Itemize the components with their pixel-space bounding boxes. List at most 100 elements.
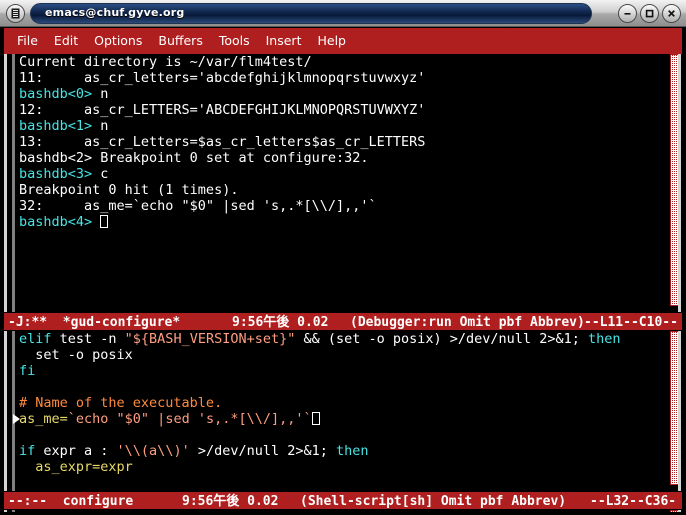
echo-area-scrollbar-edge bbox=[678, 510, 681, 512]
text-span: test -n bbox=[51, 331, 125, 347]
text-span: && (set -o posix) >/dev/null 2>&1; bbox=[295, 331, 588, 347]
buffer-line: 12: as_cr_LETTERS='ABCDEFGHIJKLMNOPQRSTU… bbox=[19, 102, 666, 118]
text-cursor bbox=[100, 215, 109, 228]
text-span: 13: as_cr_Letters=$as_cr_letters$as_cr_L… bbox=[19, 134, 426, 150]
source-mode-line-position: --L32--C36- bbox=[590, 494, 677, 509]
gud-scrollbar-edge bbox=[678, 54, 681, 312]
buffer-line: bashdb<1> n bbox=[19, 118, 666, 134]
title-bar: emacs@chuf.gyve.org bbox=[0, 0, 686, 27]
source-mode-line-modes: (Shell-script[sh] Omit pbf Abbrev) bbox=[300, 494, 567, 509]
text-span: expr a : bbox=[35, 443, 117, 459]
text-span: elif bbox=[19, 331, 52, 347]
menu-item-options[interactable]: Options bbox=[94, 34, 142, 48]
menu-item-edit[interactable]: Edit bbox=[54, 34, 78, 48]
window-menu-button[interactable] bbox=[6, 4, 25, 23]
text-span: then bbox=[336, 443, 369, 459]
text-span: '\\(a\\)' bbox=[116, 443, 190, 459]
close-icon bbox=[666, 8, 677, 19]
gud-scrollbar[interactable] bbox=[669, 54, 681, 312]
text-span: set -o posix bbox=[19, 347, 133, 363]
buffer-line: 32: as_me=`echo "$0" |sed 's,.*[\\/],,'` bbox=[19, 198, 666, 214]
text-span: 11: as_cr_letters='abcdefghijklmnopqrstu… bbox=[19, 70, 426, 86]
echo-area[interactable] bbox=[4, 510, 682, 512]
text-span: >/dev/null 2>&1; bbox=[189, 443, 337, 459]
document-menu-icon bbox=[10, 8, 21, 19]
echo-area-fringe bbox=[4, 510, 19, 512]
buffer-line: 11: as_cr_letters='abcdefghijklmnopqrstu… bbox=[19, 70, 666, 86]
menu-item-buffers[interactable]: Buffers bbox=[158, 34, 202, 48]
text-span: if bbox=[19, 443, 36, 459]
text-span: `echo "$0" |sed 's,.*[\\/],,'` bbox=[67, 411, 312, 427]
text-span: n bbox=[92, 86, 109, 102]
minimize-icon bbox=[622, 8, 633, 19]
text-span: as_expr=expr bbox=[19, 459, 133, 475]
echo-area-scrollbar bbox=[669, 510, 681, 512]
text-span: bashdb<2> Breakpoint 0 set at configure:… bbox=[19, 150, 369, 166]
gud-mode-line-modes: (Debugger:run Omit pbf Abbrev) bbox=[350, 315, 585, 330]
text-span: 12: as_cr_LETTERS='ABCDEFGHIJKLMNOPQRSTU… bbox=[19, 102, 426, 118]
source-scrollbar[interactable] bbox=[669, 331, 681, 491]
menu-item-tools[interactable]: Tools bbox=[219, 34, 250, 48]
buffer-line: Current directory is ~/var/flm4test/ bbox=[19, 54, 666, 70]
gud-left-fringe bbox=[4, 54, 19, 312]
window-controls bbox=[618, 4, 681, 23]
minimize-button[interactable] bbox=[618, 4, 637, 23]
source-left-fringe bbox=[4, 331, 19, 491]
gud-mode-line: -J:** *gud-configure* 9:56午後 0.02 (Debug… bbox=[4, 312, 682, 331]
close-button[interactable] bbox=[662, 4, 681, 23]
buffer-line: set -o posix bbox=[19, 347, 666, 363]
buffer-line: bashdb<0> n bbox=[19, 86, 666, 102]
text-span: Breakpoint 0 hit (1 times). bbox=[19, 182, 239, 198]
source-buffer-text[interactable]: elif test -n "${BASH_VERSION+set}" && (s… bbox=[19, 331, 666, 491]
menu-item-help[interactable]: Help bbox=[317, 34, 346, 48]
buffer-line bbox=[19, 379, 666, 395]
text-span: bashdb<3> bbox=[19, 166, 93, 182]
buffer-line: 13: as_cr_Letters=$as_cr_letters$as_cr_L… bbox=[19, 134, 666, 150]
text-span: n bbox=[92, 118, 109, 134]
emacs-window: emacs@chuf.gyve.org File Edit Options Bu… bbox=[0, 0, 686, 515]
text-span: as_me= bbox=[19, 411, 68, 427]
buffer-line: Breakpoint 0 hit (1 times). bbox=[19, 182, 666, 198]
maximize-icon bbox=[644, 8, 655, 19]
text-span: "${BASH_VERSION+set}" bbox=[124, 331, 296, 347]
text-span: Current directory is ~/var/flm4test/ bbox=[19, 54, 312, 70]
buffer-line: if expr a : '\\(a\\)' >/dev/null 2>&1; t… bbox=[19, 443, 666, 459]
source-mode-line: --:-- configure 9:56午後 0.02 (Shell-scrip… bbox=[4, 491, 682, 510]
title-bar-title-area[interactable]: emacs@chuf.gyve.org bbox=[30, 3, 592, 24]
emacs-frame: Current directory is ~/var/flm4test/11: … bbox=[3, 54, 683, 512]
menu-item-file[interactable]: File bbox=[17, 34, 38, 48]
buffer-line: fi bbox=[19, 363, 666, 379]
buffer-line: elif test -n "${BASH_VERSION+set}" && (s… bbox=[19, 331, 666, 347]
text-span: bashdb<1> bbox=[19, 118, 93, 134]
text-span: 32: as_me=`echo "$0" |sed 's,.*[\\/],,'` bbox=[19, 198, 377, 214]
text-span: fi bbox=[19, 363, 36, 379]
text-span: # Name of the executable. bbox=[19, 395, 223, 411]
maximize-button[interactable] bbox=[640, 4, 659, 23]
text-cursor bbox=[311, 412, 320, 425]
text-span: bashdb<0> bbox=[19, 86, 93, 102]
execution-arrow-icon bbox=[13, 414, 20, 424]
source-buffer-window: elif test -n "${BASH_VERSION+set}" && (s… bbox=[4, 331, 682, 491]
gud-mode-line-time: 9:56午後 0.02 bbox=[232, 315, 329, 330]
buffer-line: as_expr=expr bbox=[19, 459, 666, 475]
buffer-line: bashdb<2> Breakpoint 0 set at configure:… bbox=[19, 150, 666, 166]
gud-buffer-window: Current directory is ~/var/flm4test/11: … bbox=[4, 54, 682, 312]
source-scrollbar-edge bbox=[678, 331, 681, 491]
buffer-line: as_me=`echo "$0" |sed 's,.*[\\/],,'` bbox=[19, 411, 666, 427]
buffer-line: bashdb<3> c bbox=[19, 166, 666, 182]
text-span: then bbox=[587, 331, 621, 347]
source-mode-line-time: 9:56午後 0.02 bbox=[182, 494, 279, 509]
text-span: bashdb<4> bbox=[19, 214, 93, 230]
source-mode-line-buffer: --:-- configure bbox=[8, 494, 134, 509]
menu-item-insert[interactable]: Insert bbox=[266, 34, 302, 48]
text-span: c bbox=[92, 166, 109, 182]
buffer-line: bashdb<4> bbox=[19, 214, 666, 230]
gud-mode-line-position: --L11--C10-- bbox=[584, 315, 678, 330]
text-span bbox=[92, 214, 100, 230]
buffer-line: # Name of the executable. bbox=[19, 395, 666, 411]
buffer-line bbox=[19, 427, 666, 443]
gud-mode-line-buffer: -J:** *gud-configure* bbox=[8, 315, 181, 330]
window-title: emacs@chuf.gyve.org bbox=[45, 6, 185, 19]
gud-buffer-text[interactable]: Current directory is ~/var/flm4test/11: … bbox=[19, 54, 666, 312]
menu-bar: File Edit Options Buffers Tools Insert H… bbox=[3, 28, 683, 54]
